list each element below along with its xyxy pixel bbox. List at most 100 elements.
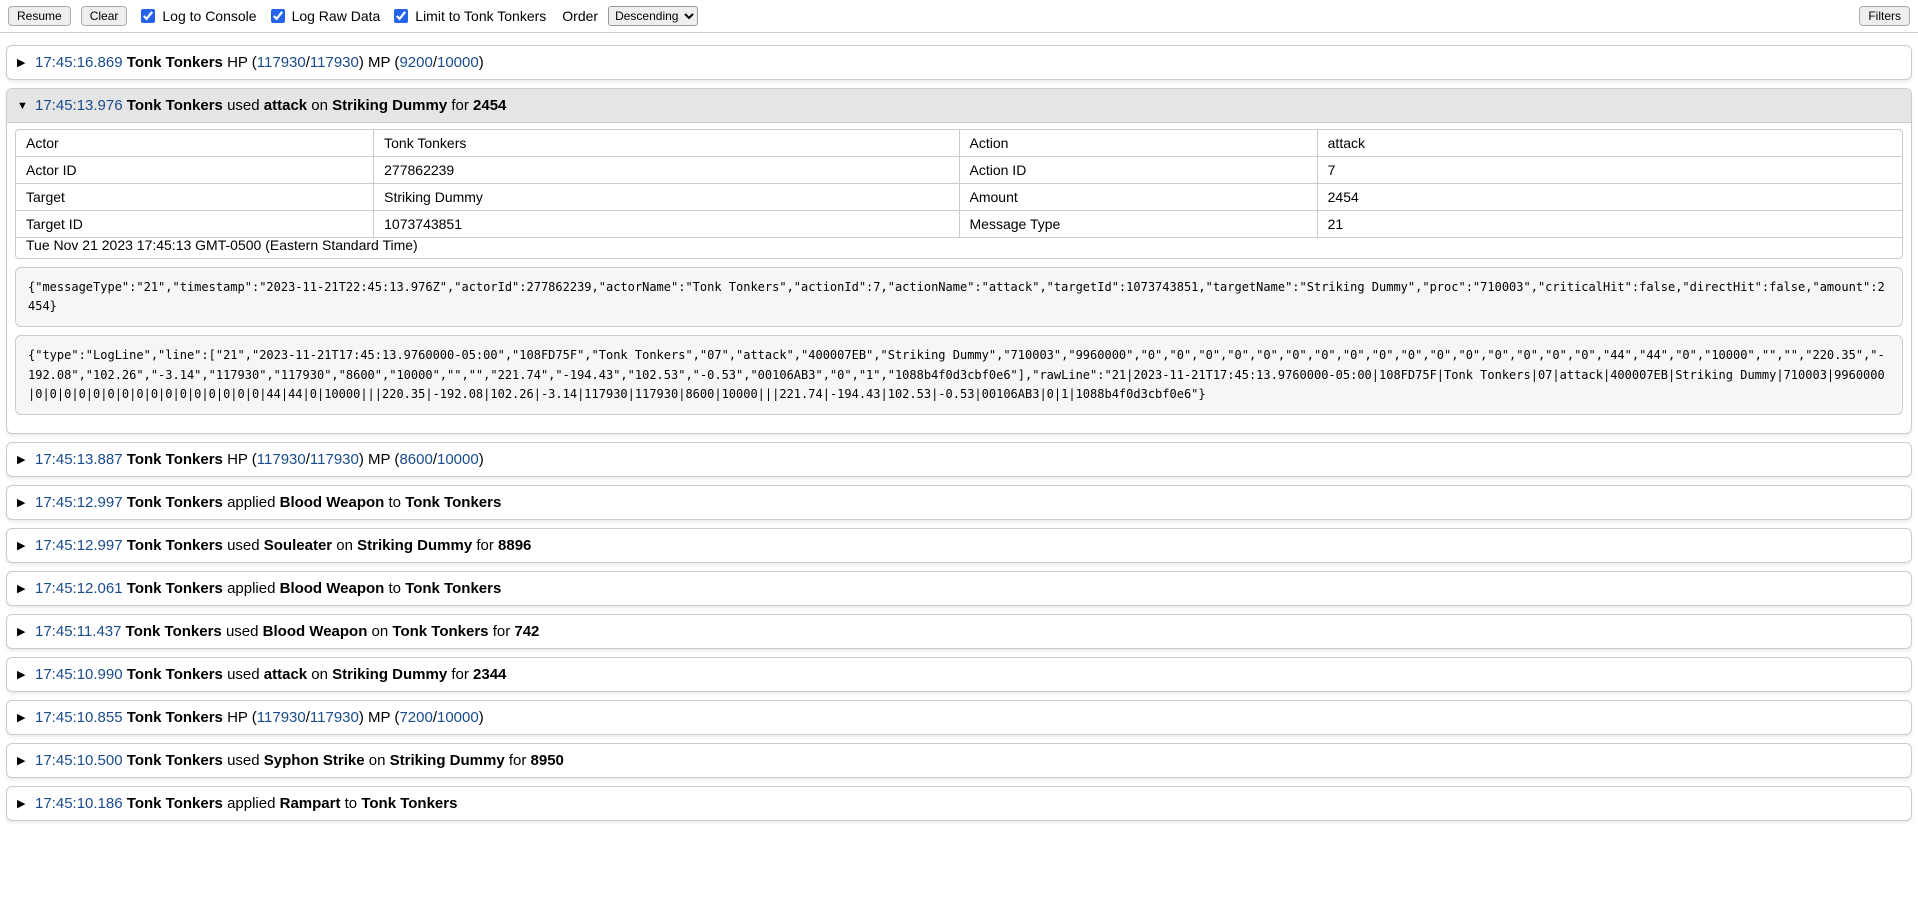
log-entry-header[interactable]: ▶17:45:10.855 Tonk Tonkers HP (117930/11…	[7, 701, 1911, 734]
target-name: Tonk Tonkers	[392, 623, 488, 640]
skill-name: Blood Weapon	[280, 580, 385, 597]
limit-checkbox[interactable]: Limit to Tonk Tonkers	[390, 6, 546, 26]
log-raw-checkbox[interactable]: Log Raw Data	[267, 6, 381, 26]
skill-name: Blood Weapon	[280, 494, 385, 511]
log-raw-input[interactable]	[271, 9, 285, 23]
target-name: Tonk Tonkers	[405, 494, 501, 511]
timestamp: 17:45:16	[35, 54, 93, 71]
timestamp-ms: .887	[93, 451, 122, 468]
log-entry-header[interactable]: ▶17:45:10.500 Tonk Tonkers used Syphon S…	[7, 744, 1911, 777]
amount: 2344	[473, 666, 506, 683]
actor-name: Tonk Tonkers	[127, 795, 223, 812]
log-entry-header[interactable]: ▶17:45:12.997 Tonk Tonkers applied Blood…	[7, 486, 1911, 519]
triangle-right-icon: ▶	[17, 539, 29, 552]
log-entry: ▶17:45:12.997 Tonk Tonkers used Souleate…	[6, 528, 1912, 563]
log-entry: ▼17:45:13.976 Tonk Tonkers used attack o…	[6, 88, 1912, 434]
triangle-right-icon: ▶	[17, 668, 29, 681]
timestamp: 17:45:10	[35, 666, 93, 683]
log-entry: ▶17:45:16.869 Tonk Tonkers HP (117930/11…	[6, 45, 1912, 80]
target-name: Striking Dummy	[357, 537, 472, 554]
log-entry: ▶17:45:13.887 Tonk Tonkers HP (117930/11…	[6, 442, 1912, 477]
target-name: Striking Dummy	[332, 97, 447, 114]
log-entry-header[interactable]: ▶17:45:11.437 Tonk Tonkers used Blood We…	[7, 615, 1911, 648]
limit-input[interactable]	[394, 9, 408, 23]
log-entry: ▶17:45:11.437 Tonk Tonkers used Blood We…	[6, 614, 1912, 649]
log-entry: ▶17:45:12.997 Tonk Tonkers applied Blood…	[6, 485, 1912, 520]
skill-name: Souleater	[264, 537, 332, 554]
timestamp: 17:45:10	[35, 795, 93, 812]
order-select[interactable]: Descending	[608, 6, 698, 26]
detail-row: Message Type21	[960, 211, 1903, 237]
log-console-checkbox[interactable]: Log to Console	[137, 6, 256, 26]
timestamp-ms: .061	[93, 580, 122, 597]
skill-name: attack	[264, 666, 307, 683]
detail-row: Target ID1073743851	[16, 211, 959, 237]
detail-row: TargetStriking Dummy	[16, 184, 959, 211]
triangle-right-icon: ▶	[17, 754, 29, 767]
skill-name: Blood Weapon	[263, 623, 368, 640]
log-entry: ▶17:45:10.990 Tonk Tonkers used attack o…	[6, 657, 1912, 692]
timestamp: 17:45:11	[35, 623, 92, 640]
actor-name: Tonk Tonkers	[127, 451, 223, 468]
timestamp: 17:45:10	[35, 752, 93, 769]
actor-name: Tonk Tonkers	[127, 752, 223, 769]
timestamp-ms: .500	[93, 752, 122, 769]
raw-logline-block: {"type":"LogLine","line":["21","2023-11-…	[15, 335, 1903, 415]
triangle-right-icon: ▶	[17, 496, 29, 509]
log-entry: ▶17:45:10.500 Tonk Tonkers used Syphon S…	[6, 743, 1912, 778]
log-console-input[interactable]	[141, 9, 155, 23]
log-entry: ▶17:45:12.061 Tonk Tonkers applied Blood…	[6, 571, 1912, 606]
log-entry: ▶17:45:10.186 Tonk Tonkers applied Rampa…	[6, 786, 1912, 821]
timestamp-ms: .186	[93, 795, 122, 812]
log-entry-header[interactable]: ▶17:45:12.997 Tonk Tonkers used Souleate…	[7, 529, 1911, 562]
log-entry-header[interactable]: ▶17:45:10.990 Tonk Tonkers used attack o…	[7, 658, 1911, 691]
target-name: Tonk Tonkers	[361, 795, 457, 812]
detail-row: Actor ID277862239	[16, 157, 959, 184]
timestamp: 17:45:13	[35, 97, 93, 114]
timestamp-ms: .869	[93, 54, 122, 71]
detail-row: Action ID7	[960, 157, 1903, 184]
detail-row: Amount2454	[960, 184, 1903, 211]
detail-row: ActorTonk Tonkers	[16, 130, 959, 157]
log-area: ▶17:45:16.869 Tonk Tonkers HP (117930/11…	[0, 33, 1918, 833]
log-entry-header[interactable]: ▼17:45:13.976 Tonk Tonkers used attack o…	[7, 89, 1911, 123]
resume-button[interactable]: Resume	[8, 6, 71, 26]
log-entry-header[interactable]: ▶17:45:16.869 Tonk Tonkers HP (117930/11…	[7, 46, 1911, 79]
triangle-right-icon: ▶	[17, 582, 29, 595]
detail-row: Actionattack	[960, 130, 1903, 157]
clear-button[interactable]: Clear	[81, 6, 128, 26]
timestamp: 17:45:13	[35, 451, 93, 468]
timestamp: 17:45:12	[35, 494, 93, 511]
amount: 8896	[498, 537, 531, 554]
triangle-right-icon: ▶	[17, 797, 29, 810]
actor-name: Tonk Tonkers	[127, 97, 223, 114]
triangle-right-icon: ▶	[17, 711, 29, 724]
triangle-down-icon: ▼	[17, 100, 29, 112]
filters-button[interactable]: Filters	[1859, 6, 1910, 26]
triangle-right-icon: ▶	[17, 453, 29, 466]
toolbar: Resume Clear Log to Console Log Raw Data…	[0, 0, 1918, 33]
log-entry-body: ActorTonk TonkersActor ID277862239Target…	[7, 123, 1911, 433]
triangle-right-icon: ▶	[17, 56, 29, 69]
timestamp-ms: .990	[93, 666, 122, 683]
skill-name: Syphon Strike	[264, 752, 365, 769]
actor-name: Tonk Tonkers	[127, 54, 223, 71]
timestamp: 17:45:10	[35, 709, 93, 726]
amount: 2454	[473, 97, 506, 114]
log-entry-header[interactable]: ▶17:45:10.186 Tonk Tonkers applied Rampa…	[7, 787, 1911, 820]
actor-name: Tonk Tonkers	[126, 623, 222, 640]
timestamp-ms: .437	[92, 623, 121, 640]
log-entry-header[interactable]: ▶17:45:13.887 Tonk Tonkers HP (117930/11…	[7, 443, 1911, 476]
raw-json-block: {"messageType":"21","timestamp":"2023-11…	[15, 267, 1903, 327]
amount: 742	[514, 623, 539, 640]
actor-name: Tonk Tonkers	[127, 537, 223, 554]
amount: 8950	[531, 752, 564, 769]
detail-table: ActorTonk TonkersActor ID277862239Target…	[15, 129, 1903, 238]
timestamp-ms: .997	[93, 494, 122, 511]
target-name: Striking Dummy	[390, 752, 505, 769]
log-entry: ▶17:45:10.855 Tonk Tonkers HP (117930/11…	[6, 700, 1912, 735]
log-entry-header[interactable]: ▶17:45:12.061 Tonk Tonkers applied Blood…	[7, 572, 1911, 605]
triangle-right-icon: ▶	[17, 625, 29, 638]
skill-name: attack	[264, 97, 307, 114]
timestamp-ms: .976	[93, 97, 122, 114]
